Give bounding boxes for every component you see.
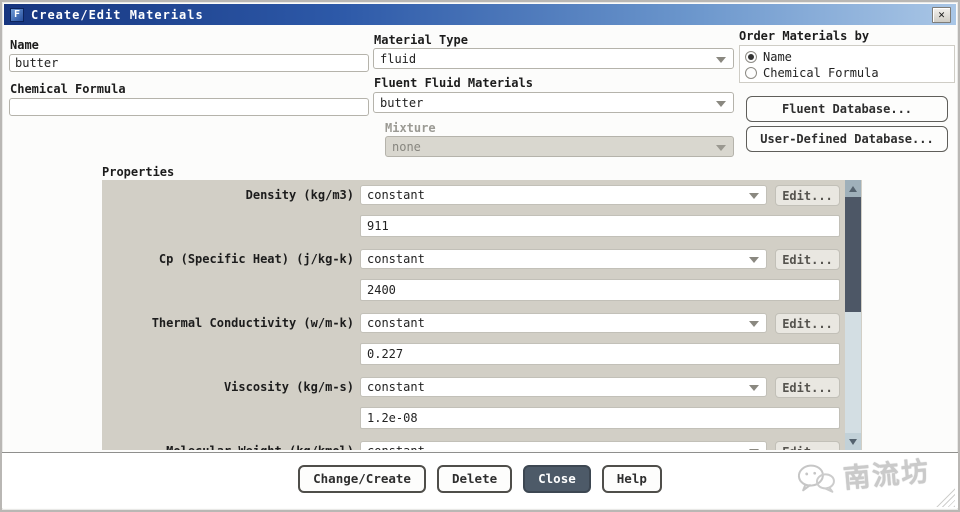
mixture-value: none bbox=[392, 140, 421, 154]
chevron-down-icon bbox=[749, 321, 759, 327]
name-input[interactable] bbox=[9, 54, 369, 72]
edit-button[interactable]: Edit... bbox=[775, 249, 840, 270]
property-value-input[interactable] bbox=[360, 343, 840, 365]
property-value-input[interactable] bbox=[360, 279, 840, 301]
help-button[interactable]: Help bbox=[602, 465, 662, 493]
chevron-down-icon bbox=[749, 449, 759, 450]
property-method-dropdown[interactable]: constant bbox=[360, 249, 767, 269]
properties-scrollbar[interactable] bbox=[845, 180, 861, 450]
property-row-cp: Cp (Specific Heat) (j/kg-k) constant Edi… bbox=[102, 249, 862, 309]
window-title: Create/Edit Materials bbox=[31, 8, 204, 22]
property-label: Viscosity (kg/m-s) bbox=[102, 377, 354, 397]
material-type-label: Material Type bbox=[374, 33, 468, 47]
chevron-down-icon bbox=[749, 193, 759, 199]
fluent-fluid-materials-value: butter bbox=[380, 96, 423, 110]
property-method-value: constant bbox=[367, 188, 425, 202]
delete-button[interactable]: Delete bbox=[437, 465, 512, 493]
property-label: Cp (Specific Heat) (j/kg-k) bbox=[102, 249, 354, 269]
scroll-up-icon[interactable] bbox=[845, 180, 861, 197]
property-label: Density (kg/m3) bbox=[102, 185, 354, 205]
radio-icon bbox=[745, 67, 757, 79]
edit-button[interactable]: Edit... bbox=[775, 377, 840, 398]
radio-order-by-name[interactable]: Name bbox=[745, 50, 792, 64]
order-materials-by-label: Order Materials by bbox=[739, 29, 869, 43]
create-edit-materials-dialog: F Create/Edit Materials ✕ Name Chemical … bbox=[0, 0, 960, 512]
mixture-dropdown: none bbox=[385, 136, 734, 157]
scrollbar-thumb[interactable] bbox=[845, 197, 861, 312]
property-value-input[interactable] bbox=[360, 407, 840, 429]
user-defined-database-button[interactable]: User-Defined Database... bbox=[746, 126, 948, 152]
property-method-value: constant bbox=[367, 252, 425, 266]
titlebar[interactable]: F Create/Edit Materials ✕ bbox=[4, 4, 956, 25]
fluent-database-button[interactable]: Fluent Database... bbox=[746, 96, 948, 122]
edit-button[interactable]: Edit... bbox=[775, 185, 840, 206]
property-method-value: constant bbox=[367, 444, 425, 450]
chevron-down-icon bbox=[749, 257, 759, 263]
material-type-dropdown[interactable]: fluid bbox=[373, 48, 734, 69]
property-method-value: constant bbox=[367, 380, 425, 394]
chevron-down-icon bbox=[716, 101, 726, 107]
property-method-dropdown[interactable]: constant bbox=[360, 185, 767, 205]
property-label: Molecular Weight (kg/kmol) bbox=[102, 441, 354, 450]
mixture-label: Mixture bbox=[385, 121, 436, 135]
chevron-down-icon bbox=[749, 385, 759, 391]
chevron-down-icon bbox=[716, 57, 726, 63]
scroll-down-icon[interactable] bbox=[845, 433, 861, 450]
edit-button[interactable]: Edit... bbox=[775, 313, 840, 334]
fluent-app-icon: F bbox=[10, 8, 24, 22]
close-icon[interactable]: ✕ bbox=[932, 7, 951, 23]
property-row-thermal-conductivity: Thermal Conductivity (w/m-k) constant Ed… bbox=[102, 313, 862, 373]
property-row-molecular-weight: Molecular Weight (kg/kmol) constant Edit… bbox=[102, 441, 862, 450]
property-method-dropdown[interactable]: constant bbox=[360, 377, 767, 397]
fluent-fluid-materials-label: Fluent Fluid Materials bbox=[374, 76, 533, 90]
material-type-value: fluid bbox=[380, 52, 416, 66]
change-create-button[interactable]: Change/Create bbox=[298, 465, 426, 493]
footer-button-bar: Change/Create Delete Close Help bbox=[2, 453, 958, 508]
property-method-value: constant bbox=[367, 316, 425, 330]
close-button[interactable]: Close bbox=[523, 465, 591, 493]
property-value-input[interactable] bbox=[360, 215, 840, 237]
chemical-formula-input[interactable] bbox=[9, 98, 369, 116]
radio-label: Chemical Formula bbox=[763, 66, 879, 80]
fluent-fluid-materials-dropdown[interactable]: butter bbox=[373, 92, 734, 113]
property-row-density: Density (kg/m3) constant Edit... bbox=[102, 185, 862, 245]
properties-panel: Density (kg/m3) constant Edit... Cp (Spe… bbox=[102, 180, 862, 450]
property-label: Thermal Conductivity (w/m-k) bbox=[102, 313, 354, 333]
property-row-viscosity: Viscosity (kg/m-s) constant Edit... bbox=[102, 377, 862, 437]
radio-icon bbox=[745, 51, 757, 63]
radio-order-by-chemical-formula[interactable]: Chemical Formula bbox=[745, 66, 879, 80]
order-materials-group: Name Chemical Formula bbox=[739, 45, 955, 83]
radio-label: Name bbox=[763, 50, 792, 64]
chevron-down-icon bbox=[716, 145, 726, 151]
chemical-formula-label: Chemical Formula bbox=[10, 82, 126, 96]
property-method-dropdown[interactable]: constant bbox=[360, 441, 767, 450]
properties-label: Properties bbox=[102, 165, 174, 179]
name-label: Name bbox=[10, 38, 39, 52]
property-method-dropdown[interactable]: constant bbox=[360, 313, 767, 333]
edit-button[interactable]: Edit... bbox=[775, 441, 840, 450]
